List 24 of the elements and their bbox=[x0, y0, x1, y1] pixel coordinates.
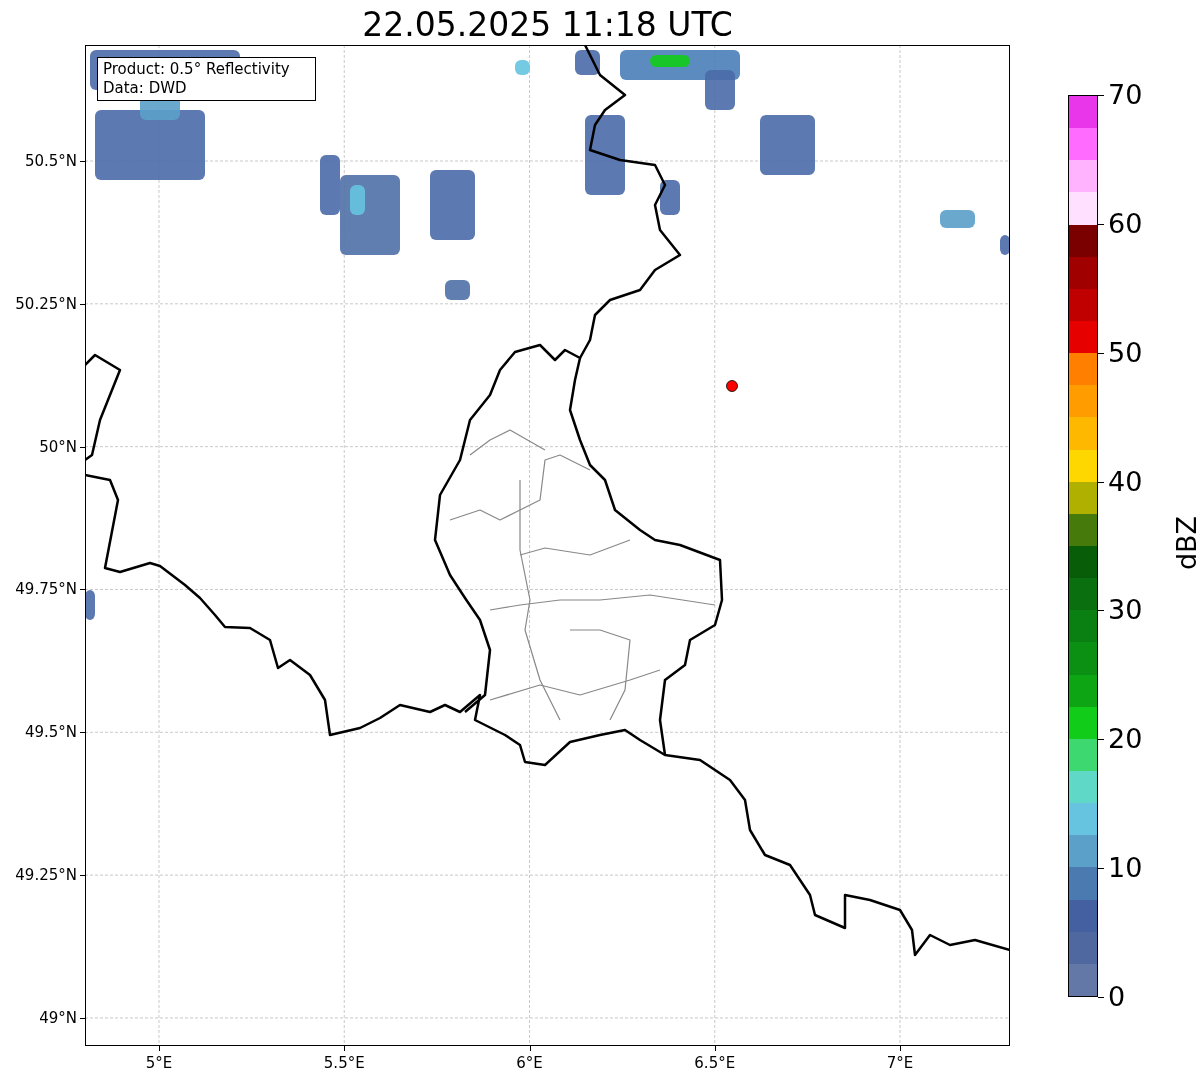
legend-text: Product: 0.5° Reflectivity bbox=[103, 60, 291, 79]
axis-tick-label: 6°E bbox=[515, 1053, 544, 1074]
scale-tick-label: 20 bbox=[1108, 724, 1143, 755]
axis-tick-label: 49.25°N bbox=[14, 866, 77, 885]
axis-tick-label: 5°E bbox=[144, 1053, 174, 1074]
axis-tick-label: 50.5°N bbox=[23, 152, 77, 170]
scale-tick-label: 60 bbox=[1108, 208, 1143, 239]
axis-tick-label: 50.25°N bbox=[14, 294, 77, 313]
axis-tick-label: 5.5°E bbox=[322, 1053, 366, 1074]
axis-tick-label: 6.5°E bbox=[693, 1053, 737, 1074]
scale-tick-label: 70 bbox=[1108, 80, 1143, 110]
scale-tick-label: 10 bbox=[1108, 853, 1143, 884]
scale-tick-label: 40 bbox=[1108, 466, 1143, 497]
axis-tick-label: 49.75°N bbox=[14, 580, 77, 599]
axis-tick-label: 49.5°N bbox=[23, 723, 77, 742]
axis-tick-label: 7°E bbox=[885, 1053, 915, 1074]
scale-tick-label: 50 bbox=[1108, 337, 1143, 368]
scale-axis-label: dBZ bbox=[1172, 515, 1202, 571]
axis-tick-label: 49°N bbox=[38, 1008, 77, 1027]
axis-tick-label: 50°N bbox=[38, 437, 77, 456]
scale-tick-label: 30 bbox=[1108, 595, 1143, 626]
scale-tick-label: 0 bbox=[1108, 982, 1126, 1012]
chart-title: 22.05.2025 11:18 UTC bbox=[361, 4, 734, 46]
legend-text: Data: DWD bbox=[103, 79, 188, 98]
